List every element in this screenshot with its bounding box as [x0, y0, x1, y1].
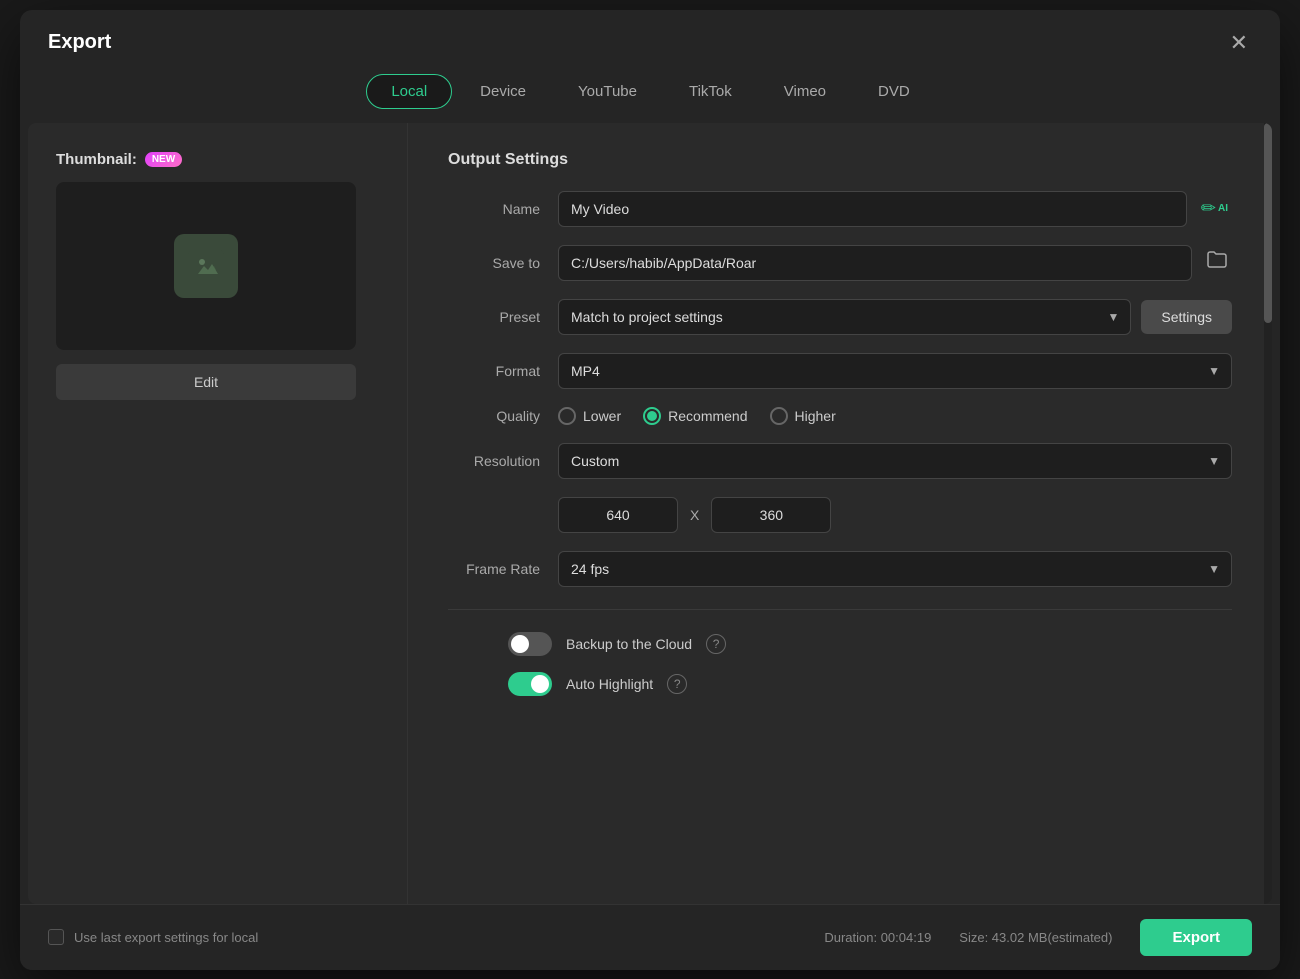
- save-to-input[interactable]: [558, 245, 1192, 281]
- last-export-settings-label: Use last export settings for local: [74, 930, 258, 945]
- last-export-settings-checkbox[interactable]: [48, 929, 64, 945]
- quality-options: Lower Recommend Higher: [558, 407, 836, 425]
- dialog-title: Export: [48, 31, 111, 54]
- thumbnail-icon: [174, 234, 238, 298]
- framerate-select[interactable]: 24 fps: [558, 551, 1232, 587]
- duration-info: Duration: 00:04:19: [824, 930, 931, 945]
- resolution-label: Resolution: [448, 453, 558, 469]
- output-settings-title: Output Settings: [448, 151, 1232, 169]
- right-panel: Output Settings Name ✏ AI Save to: [408, 123, 1272, 904]
- recommend-radio-dot: [647, 411, 657, 421]
- framerate-label: Frame Rate: [448, 561, 558, 577]
- name-label: Name: [448, 201, 558, 217]
- tab-dvd[interactable]: DVD: [854, 74, 934, 109]
- lower-label: Lower: [583, 408, 621, 424]
- preset-select[interactable]: Match to project settings: [558, 299, 1131, 335]
- auto-highlight-help-icon[interactable]: ?: [667, 674, 687, 694]
- footer-right: Duration: 00:04:19 Size: 43.02 MB(estima…: [824, 919, 1252, 956]
- tab-tiktok[interactable]: TikTok: [665, 74, 756, 109]
- auto-highlight-label: Auto Highlight: [566, 676, 653, 692]
- resolution-row: Resolution Custom ▼: [448, 443, 1232, 479]
- recommend-radio-circle: [643, 407, 661, 425]
- section-divider: [448, 609, 1232, 610]
- quality-lower[interactable]: Lower: [558, 407, 621, 425]
- thumbnail-preview: [56, 182, 356, 350]
- save-to-label: Save to: [448, 255, 558, 271]
- tab-local[interactable]: Local: [366, 74, 452, 109]
- new-badge: NEW: [145, 152, 182, 167]
- backup-cloud-row: Backup to the Cloud ?: [448, 632, 1232, 656]
- quality-row: Quality Lower Recommend Higher: [448, 407, 1232, 425]
- format-select-wrap: MP4 ▼: [558, 353, 1232, 389]
- format-row: Format MP4 ▼: [448, 353, 1232, 389]
- resolution-select-wrap: Custom ▼: [558, 443, 1232, 479]
- backup-cloud-help-icon[interactable]: ?: [706, 634, 726, 654]
- framerate-select-wrap: 24 fps ▼: [558, 551, 1232, 587]
- tab-vimeo[interactable]: Vimeo: [760, 74, 850, 109]
- thumbnail-section-label: Thumbnail: NEW: [56, 151, 379, 168]
- name-row: Name ✏ AI: [448, 191, 1232, 227]
- ai-icon: ✏ AI: [1201, 198, 1228, 219]
- backup-cloud-label: Backup to the Cloud: [566, 636, 692, 652]
- auto-highlight-toggle[interactable]: [508, 672, 552, 696]
- framerate-row: Frame Rate 24 fps ▼: [448, 551, 1232, 587]
- folder-icon: [1206, 249, 1228, 271]
- format-label: Format: [448, 363, 558, 379]
- size-info: Size: 43.02 MB(estimated): [959, 930, 1112, 945]
- folder-browse-button[interactable]: [1202, 245, 1232, 281]
- quality-recommend[interactable]: Recommend: [643, 407, 747, 425]
- dialog-footer: Use last export settings for local Durat…: [20, 904, 1280, 970]
- preset-row-inner: Match to project settings ▼ Settings: [558, 299, 1232, 335]
- resolution-inputs: X: [558, 497, 1232, 533]
- auto-highlight-knob: [531, 675, 549, 693]
- edit-button[interactable]: Edit: [56, 364, 356, 400]
- resolution-select[interactable]: Custom: [558, 443, 1232, 479]
- path-row: [558, 245, 1232, 281]
- tab-device[interactable]: Device: [456, 74, 550, 109]
- lower-radio-circle: [558, 407, 576, 425]
- backup-cloud-knob: [511, 635, 529, 653]
- format-select[interactable]: MP4: [558, 353, 1232, 389]
- preset-row: Preset Match to project settings ▼ Setti…: [448, 299, 1232, 335]
- auto-highlight-row: Auto Highlight ?: [448, 672, 1232, 696]
- backup-cloud-toggle[interactable]: [508, 632, 552, 656]
- scrollbar-track[interactable]: [1264, 123, 1272, 904]
- tab-youtube[interactable]: YouTube: [554, 74, 661, 109]
- resolution-width-input[interactable]: [558, 497, 678, 533]
- tab-bar: Local Device YouTube TikTok Vimeo DVD: [20, 58, 1280, 123]
- scrollbar-thumb: [1264, 123, 1272, 323]
- quality-label: Quality: [448, 408, 558, 424]
- higher-label: Higher: [795, 408, 836, 424]
- higher-radio-circle: [770, 407, 788, 425]
- settings-button[interactable]: Settings: [1141, 300, 1232, 334]
- close-button[interactable]: ✕: [1226, 28, 1252, 58]
- resolution-x-label: X: [690, 507, 699, 523]
- export-dialog: Export ✕ Local Device YouTube TikTok Vim…: [20, 10, 1280, 970]
- quality-higher[interactable]: Higher: [770, 407, 836, 425]
- preset-select-wrap: Match to project settings ▼: [558, 299, 1131, 335]
- recommend-label: Recommend: [668, 408, 747, 424]
- resolution-height-input[interactable]: [711, 497, 831, 533]
- name-input[interactable]: [558, 191, 1187, 227]
- thumbnail-text: Thumbnail:: [56, 151, 137, 168]
- ai-rename-button[interactable]: ✏ AI: [1197, 194, 1232, 223]
- preset-label: Preset: [448, 309, 558, 325]
- footer-left: Use last export settings for local: [48, 929, 258, 945]
- left-panel: Thumbnail: NEW Edit: [28, 123, 408, 904]
- export-button[interactable]: Export: [1140, 919, 1252, 956]
- dialog-header: Export ✕: [20, 10, 1280, 58]
- save-to-row: Save to: [448, 245, 1232, 281]
- dialog-body: Thumbnail: NEW Edit Output Settings: [28, 123, 1272, 904]
